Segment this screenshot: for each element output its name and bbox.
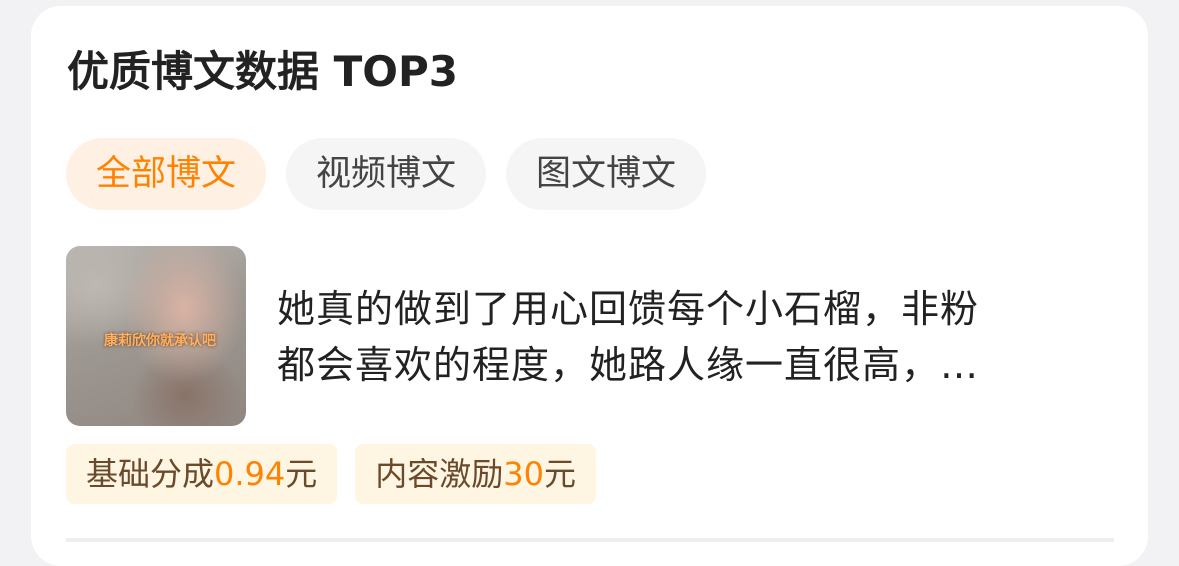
- post-thumbnail[interactable]: 康莉欣你就承认吧: [66, 246, 246, 426]
- post-text-line: 都会喜欢的程度，她路人缘一直很高，…: [277, 343, 980, 387]
- badge-value: 0.94: [214, 455, 286, 493]
- card-title: 优质博文数据 TOP3: [67, 47, 458, 96]
- badge-label: 基础分成: [86, 455, 215, 493]
- divider: [66, 538, 1114, 542]
- earnings-badges: 基础分成0.94元 内容激励30元: [66, 444, 597, 504]
- top-posts-card: 优质博文数据 TOP3 全部博文 视频博文 图文博文 康莉欣你就承认吧 她真的做…: [31, 6, 1148, 566]
- post-type-tabs: 全部博文 视频博文 图文博文: [66, 138, 707, 210]
- tab-all-posts[interactable]: 全部博文: [66, 138, 267, 210]
- tab-video-posts[interactable]: 视频博文: [286, 138, 487, 210]
- badge-value: 30: [503, 455, 545, 493]
- tab-image-text-posts[interactable]: 图文博文: [506, 138, 707, 210]
- badge-label: 内容激励: [375, 455, 504, 493]
- thumbnail-caption: 康莉欣你就承认吧: [104, 333, 216, 349]
- base-share-badge: 基础分成0.94元: [66, 444, 338, 504]
- badge-unit: 元: [544, 455, 577, 493]
- post-text-line: 她真的做到了用心回馈每个小石榴，非粉: [277, 287, 980, 331]
- content-incentive-badge: 内容激励30元: [355, 444, 597, 504]
- badge-unit: 元: [285, 455, 318, 493]
- post-text[interactable]: 她真的做到了用心回馈每个小石榴，非粉 都会喜欢的程度，她路人缘一直很高，…: [277, 281, 1087, 393]
